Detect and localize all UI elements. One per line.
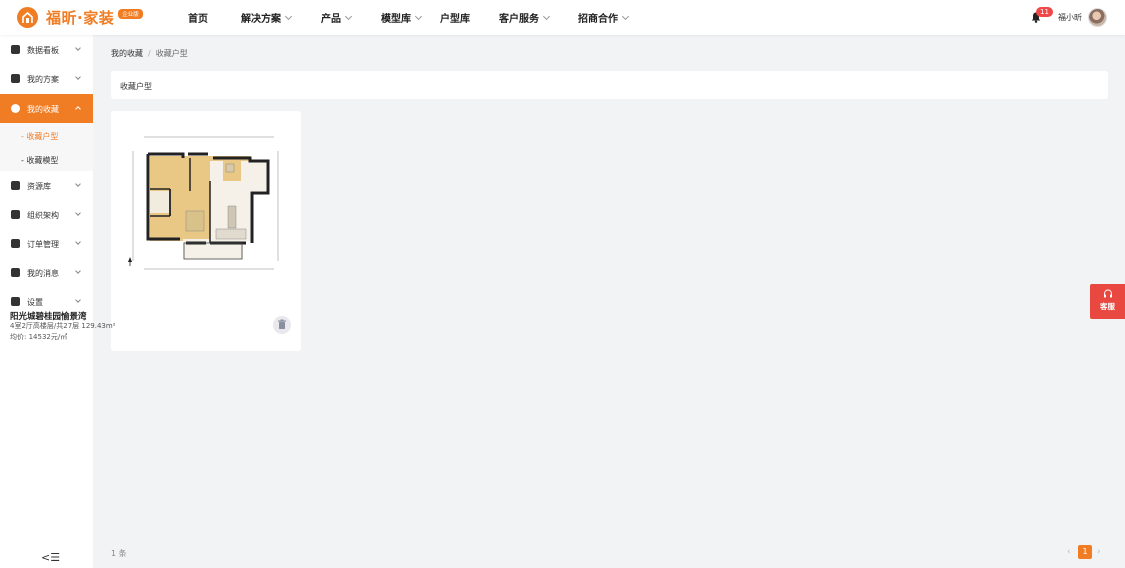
sidebar-subitem-label: - 收藏户型: [21, 132, 59, 141]
org-icon: [11, 210, 20, 219]
floorplan-image[interactable]: [128, 131, 286, 276]
logo-icon: [17, 7, 38, 28]
sidebar-item-favorites[interactable]: 我的收藏: [0, 94, 93, 123]
chevron-down-icon: [75, 297, 81, 303]
sidebar-item-label: 我的收藏: [27, 105, 59, 114]
nav-products[interactable]: 产品: [321, 0, 353, 35]
nav-floorplan-library[interactable]: 户型库: [440, 0, 470, 35]
clipboard-icon: [11, 239, 20, 248]
floorplan-info: 4室2厅高楼层/共27层 129.43m²: [10, 322, 116, 330]
sidebar-item-label: 订单管理: [27, 240, 59, 249]
breadcrumb-current: 收藏户型: [155, 49, 188, 58]
resource-icon: [11, 181, 20, 190]
bell-icon: [11, 268, 20, 277]
sidebar-item-resources[interactable]: 资源库: [0, 171, 93, 200]
sidebar-collapse-icon[interactable]: <☰: [41, 551, 60, 564]
delete-favorite-button[interactable]: [273, 316, 291, 334]
sidebar: 数据看板 我的方案 我的收藏 - 收藏户型 - 收藏模型 资源库 组织架构 订单…: [0, 35, 93, 568]
chevron-down-icon: [621, 12, 630, 20]
sidebar-item-label: 数据看板: [27, 46, 59, 55]
sidebar-item-messages[interactable]: 我的消息: [0, 258, 93, 287]
customer-service-label: 客服: [1100, 302, 1115, 311]
chevron-down-icon: [542, 12, 551, 20]
nav-model-library-label: 模型库: [381, 14, 411, 25]
breadcrumb-parent[interactable]: 我的收藏: [111, 49, 143, 58]
chevron-down-icon: [75, 268, 81, 274]
nav-partnership-label: 招商合作: [578, 14, 618, 25]
sidebar-item-label: 设置: [27, 298, 43, 307]
pagination-prev-button[interactable]: ‹: [1067, 547, 1071, 557]
sidebar-item-label: 我的消息: [27, 269, 59, 278]
nav-products-label: 产品: [321, 14, 341, 25]
floorplan-price: 均价: 14532元/㎡: [10, 333, 68, 341]
total-count: 1 条: [111, 549, 127, 558]
section-title-bar: 收藏户型: [111, 71, 1108, 99]
chevron-up-icon: [75, 106, 81, 112]
chevron-down-icon: [414, 12, 423, 20]
sidebar-subitem-label: - 收藏模型: [21, 156, 59, 165]
pagination-next-button[interactable]: ›: [1097, 547, 1101, 557]
chevron-down-icon: [75, 210, 81, 216]
chevron-down-icon: [75, 45, 81, 51]
floorplan-card[interactable]: [111, 111, 301, 351]
top-header: 福昕·家装 企业版 首页 解决方案 产品 模型库 户型库 客户服务 招商合作 1…: [0, 0, 1125, 35]
chevron-down-icon: [344, 12, 353, 20]
sidebar-item-my-plans[interactable]: 我的方案: [0, 64, 93, 93]
breadcrumb-separator: /: [148, 49, 151, 58]
chevron-down-icon: [75, 181, 81, 187]
nav-model-library[interactable]: 模型库: [381, 0, 423, 35]
nav-solutions[interactable]: 解决方案: [241, 0, 293, 35]
chevron-down-icon: [75, 239, 81, 245]
nav-customer-service[interactable]: 客户服务: [499, 0, 551, 35]
chevron-down-icon: [284, 12, 293, 20]
sidebar-item-label: 资源库: [27, 182, 51, 191]
gear-icon: [11, 297, 20, 306]
sidebar-item-organization[interactable]: 组织架构: [0, 200, 93, 229]
brand-name: 福昕·家装: [46, 9, 115, 27]
sidebar-subitem-favorite-models[interactable]: - 收藏模型: [0, 147, 93, 171]
sidebar-item-label: 组织架构: [27, 211, 59, 220]
customer-service-button[interactable]: 客服: [1090, 284, 1125, 319]
brand-logo[interactable]: 福昕·家装 企业版: [17, 7, 143, 28]
trash-icon: [278, 319, 286, 329]
sidebar-item-dashboard[interactable]: 数据看板: [0, 35, 93, 64]
avatar[interactable]: [1088, 8, 1107, 27]
brand-edition-badge: 企业版: [118, 8, 143, 19]
nav-home[interactable]: 首页: [188, 0, 208, 35]
star-icon: [11, 104, 20, 113]
dashboard-icon: [11, 45, 20, 54]
headset-icon: [1103, 289, 1112, 298]
nav-solutions-label: 解决方案: [241, 14, 281, 25]
notification-count-badge: 11: [1036, 7, 1053, 17]
chevron-down-icon: [75, 74, 81, 80]
sidebar-item-orders[interactable]: 订单管理: [0, 229, 93, 258]
nav-partnership[interactable]: 招商合作: [578, 0, 630, 35]
pagination-page-button[interactable]: 1: [1078, 545, 1092, 559]
nav-customer-service-label: 客户服务: [499, 14, 539, 25]
nav-home-label: 首页: [188, 14, 208, 25]
user-name[interactable]: 福小昕: [1058, 12, 1082, 23]
page-title: 收藏户型: [120, 82, 152, 91]
sidebar-item-label: 我的方案: [27, 75, 59, 84]
sidebar-subitem-favorite-floorplans[interactable]: - 收藏户型: [0, 123, 93, 147]
nav-floorplan-library-label: 户型库: [440, 14, 470, 25]
breadcrumb: 我的收藏 / 收藏户型: [111, 48, 188, 59]
document-icon: [11, 74, 20, 83]
